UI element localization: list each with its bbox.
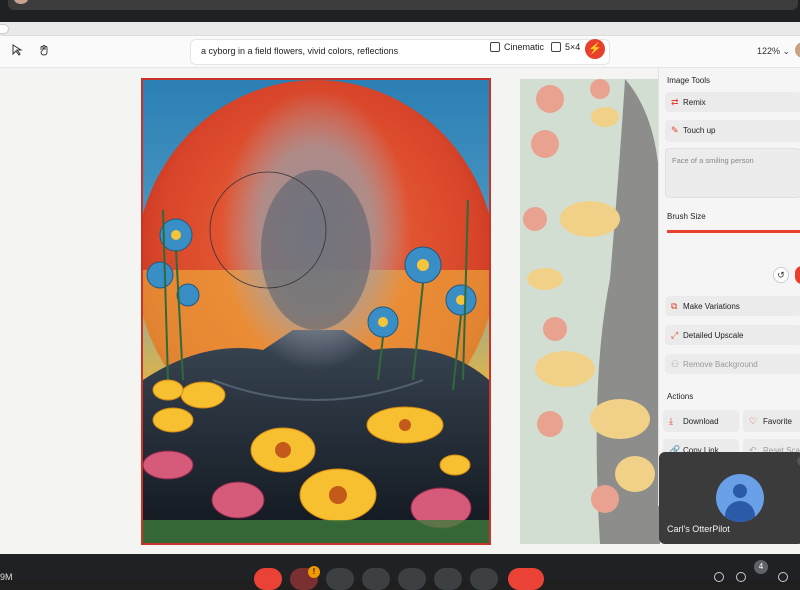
participant-count: 4	[754, 560, 768, 574]
remove-background-button[interactable]: ⚇ Remove Background	[665, 354, 800, 374]
top-strip	[0, 22, 800, 36]
download-label: Download	[683, 417, 719, 426]
touch-up-label: Touch up	[683, 126, 716, 135]
detailed-upscale-label: Detailed Upscale	[683, 331, 744, 340]
selected-image-canvas[interactable]	[141, 78, 491, 545]
actions-title: Actions	[667, 392, 694, 401]
mic-off-button[interactable]	[254, 568, 282, 590]
aspect-chip-label: 5×4	[565, 42, 581, 52]
user-avatar[interactable]	[795, 42, 800, 58]
raise-hand-button[interactable]	[434, 568, 462, 590]
brush-icon: ✎	[671, 125, 679, 135]
participant-tile[interactable]: Carl's OtterPilot	[659, 452, 800, 544]
aspect-ratio-icon	[551, 42, 561, 52]
hand-pan-icon[interactable]	[36, 44, 52, 60]
image-tools-panel: Image Tools ⇄ Remix ✎ Touch up Face of a…	[658, 68, 800, 506]
warning-badge: !	[308, 566, 320, 578]
detailed-upscale-button[interactable]: ⤢ Detailed Upscale	[665, 325, 800, 345]
heart-icon: ♡	[749, 416, 758, 426]
person-icon: ⚇	[671, 359, 680, 369]
upscale-icon: ⤢	[671, 330, 679, 340]
remix-button[interactable]: ⇄ Remix	[665, 92, 800, 112]
variations-icon: ⧉	[671, 301, 678, 311]
variant-image-canvas[interactable]	[520, 79, 660, 544]
zoom-control[interactable]: 122% ⌄	[757, 46, 790, 57]
emoji-button[interactable]	[362, 568, 390, 590]
style-chip[interactable]: Cinematic	[490, 42, 544, 52]
zoom-level: 122%	[757, 46, 781, 56]
variant-artwork	[520, 79, 660, 544]
remove-background-label: Remove Background	[683, 360, 758, 369]
captions-button[interactable]	[326, 568, 354, 590]
apply-touch-up-button[interactable]	[795, 266, 800, 284]
present-button[interactable]	[398, 568, 426, 590]
meeting-controls-bar: 9M ! 4	[0, 554, 800, 590]
prompt-input[interactable]: a cyborg in a field flowers, vivid color…	[190, 39, 610, 65]
lightning-icon: ⚡	[588, 43, 602, 55]
brush-size-slider[interactable]	[667, 230, 800, 233]
aspect-chip[interactable]: 5×4	[551, 42, 580, 52]
touch-up-button[interactable]: ✎ Touch up	[665, 120, 800, 142]
undo-icon[interactable]: ↺	[773, 267, 789, 283]
image-tools-title: Image Tools	[667, 76, 710, 85]
cyborg-artwork	[143, 80, 489, 543]
camera-icon	[490, 42, 500, 52]
participant-avatar	[716, 474, 764, 522]
browser-tab[interactable]	[8, 0, 798, 10]
shuffle-icon: ⇄	[671, 97, 679, 107]
info-icon[interactable]	[714, 572, 724, 582]
favorite-button[interactable]: ♡ Favorite	[743, 410, 800, 432]
people-icon[interactable]	[736, 572, 746, 582]
meeting-info: 9M	[0, 572, 13, 582]
leave-call-button[interactable]	[508, 568, 544, 590]
download-button[interactable]: ⤓ Download	[663, 410, 739, 432]
touch-up-prompt-field[interactable]: Face of a smiling person	[665, 148, 800, 198]
touch-up-placeholder: Face of a smiling person	[672, 156, 754, 165]
browser-topbar	[0, 0, 800, 22]
download-icon: ⤓	[669, 416, 673, 426]
participant-name: Carl's OtterPilot	[667, 524, 730, 534]
style-chip-label: Cinematic	[504, 42, 545, 52]
brush-size-label: Brush Size	[667, 212, 706, 221]
chat-icon[interactable]	[778, 572, 788, 582]
favorite-label: Favorite	[763, 417, 792, 426]
chevron-down-icon: ⌄	[782, 46, 791, 56]
prompt-text: a cyborg in a field flowers, vivid color…	[201, 46, 399, 56]
make-variations-label: Make Variations	[683, 302, 740, 311]
more-options-button[interactable]	[470, 568, 498, 590]
remix-label: Remix	[683, 98, 706, 107]
select-arrow-icon[interactable]	[9, 44, 25, 60]
strip-toggle[interactable]	[0, 24, 9, 34]
make-variations-button[interactable]: ⧉ Make Variations	[665, 296, 800, 316]
generate-button[interactable]: ⚡	[585, 39, 605, 59]
editor-toolbar: a cyborg in a field flowers, vivid color…	[0, 36, 800, 68]
